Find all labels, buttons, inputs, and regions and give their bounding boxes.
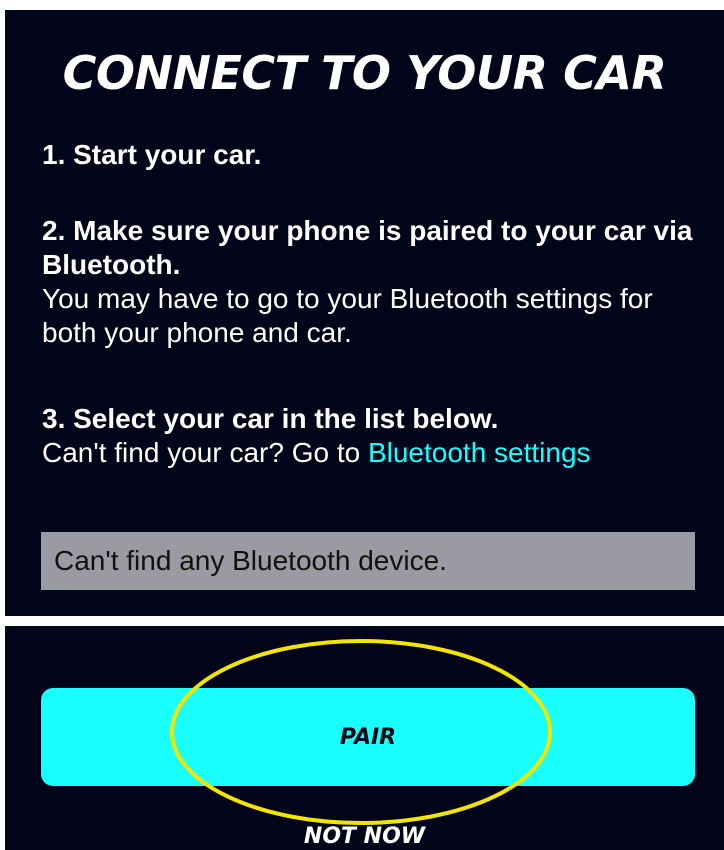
step-2-heading: 2. Make sure your phone is paired to you… xyxy=(42,215,693,280)
bluetooth-settings-link[interactable]: Bluetooth settings xyxy=(368,437,591,468)
step-3: 3. Select your car in the list below. Ca… xyxy=(42,402,712,470)
step-1-heading: 1. Start your car. xyxy=(42,139,262,170)
device-list-empty-message: Can't find any Bluetooth device. xyxy=(41,532,695,590)
step-3-body-text: Can't find your car? Go to xyxy=(42,437,368,468)
actions-panel: PAIR NOT NOW xyxy=(5,626,724,850)
not-now-button[interactable]: NOT NOW xyxy=(5,824,724,849)
step-2: 2. Make sure your phone is paired to you… xyxy=(42,214,712,350)
pair-button[interactable]: PAIR xyxy=(41,688,695,786)
instructions-panel: CONNECT TO YOUR CAR 1. Start your car. 2… xyxy=(5,10,724,616)
page-title: CONNECT TO YOUR CAR xyxy=(62,46,667,100)
step-1: 1. Start your car. xyxy=(42,138,712,172)
step-2-body: You may have to go to your Bluetooth set… xyxy=(42,283,653,348)
step-3-heading: 3. Select your car in the list below. xyxy=(42,403,499,434)
step-3-body: Can't find your car? Go to Bluetooth set… xyxy=(42,436,712,470)
